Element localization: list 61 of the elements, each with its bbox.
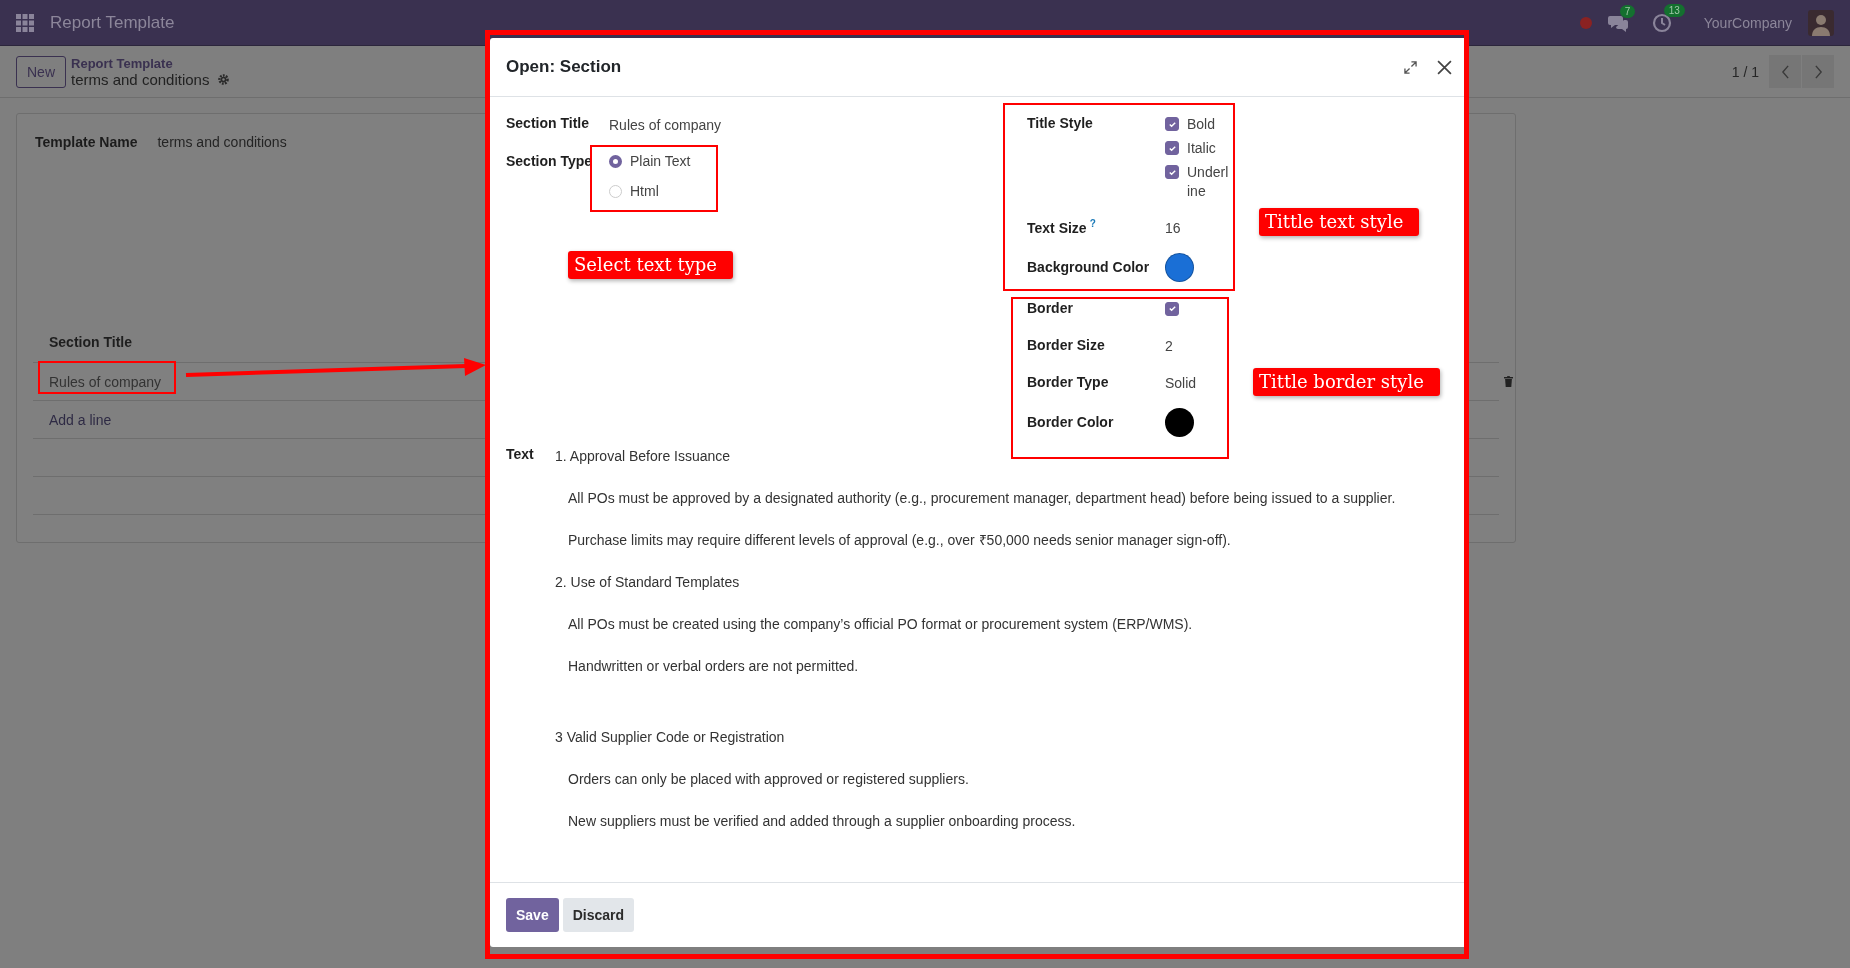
- field-label: Background Color: [1027, 259, 1151, 275]
- radio-option[interactable]: Plain Text: [609, 153, 691, 169]
- checkmark-icon: [1167, 304, 1177, 313]
- pager-counter: 1 / 1: [1731, 63, 1759, 80]
- color-swatch[interactable]: [1165, 252, 1194, 282]
- text-paragraph: New suppliers must be verified and added through a supplier onboarding process.: [568, 813, 1077, 830]
- field-label: Text Size $^{?}$: [1027, 217, 1097, 236]
- field-label: Section Title: [506, 115, 590, 133]
- border-type-field[interactable]: Solid: [1165, 372, 1197, 391]
- checkbox-option[interactable]: Italic: [1165, 139, 1231, 158]
- help-tooltip[interactable]: ?: [1089, 217, 1096, 229]
- field-label: Border Size: [1027, 336, 1106, 353]
- radio-option[interactable]: Html: [609, 183, 691, 199]
- status-dot-icon[interactable]: [1579, 16, 1592, 29]
- callout-label: Select text type: [568, 251, 733, 279]
- border-checkbox[interactable]: [1165, 301, 1179, 316]
- callout-label: Tittle text style: [1259, 208, 1420, 236]
- text-paragraph: Orders can only be placed with approved or registered suppliers.: [568, 771, 970, 788]
- text-heading: 3 Valid Supplier Code or Registration: [555, 729, 786, 746]
- field-label: Border Type: [1027, 373, 1110, 390]
- chevron-right-icon: [1813, 64, 1823, 79]
- section-title-field[interactable]: Rules of company: [609, 115, 722, 133]
- checkmark-icon: [1167, 143, 1177, 153]
- discard-button[interactable]: Discard: [562, 898, 635, 932]
- checkbox-option[interactable]: Underline: [1165, 163, 1231, 201]
- field-label: Border: [1027, 299, 1074, 316]
- field-label: Template Name: [35, 134, 138, 150]
- field-label: Title Style: [1027, 115, 1094, 131]
- checkbox-option[interactable]: Bold: [1165, 115, 1231, 134]
- company-name[interactable]: YourCompany: [1703, 14, 1792, 31]
- close-icon[interactable]: [1437, 59, 1452, 75]
- field-label: Border Color: [1027, 414, 1115, 430]
- avatar[interactable]: [1808, 9, 1834, 36]
- text-size-field[interactable]: 16: [1165, 217, 1181, 236]
- expand-icon[interactable]: [1404, 60, 1417, 74]
- field-label: Text: [506, 446, 535, 464]
- notification-badge: 7: [1619, 4, 1636, 18]
- record-title: terms and conditions: [71, 70, 210, 88]
- text-paragraph: All POs must be approved by a designated authority (e.g., procurement manager, department head) before being issued to a supplier.: [568, 490, 1396, 507]
- text-heading: 2. Use of Standard Templates: [555, 574, 741, 591]
- checkmark-icon: [1167, 167, 1177, 177]
- dialog-title: Open: Section: [506, 57, 622, 77]
- clock-icon[interactable]: [1651, 12, 1672, 33]
- app-grid-icon[interactable]: [16, 13, 34, 32]
- text-paragraph: Handwritten or verbal orders are not permitted.: [568, 658, 860, 675]
- save-button[interactable]: Save: [506, 898, 559, 932]
- add-line-link[interactable]: Add a line: [49, 411, 112, 428]
- notification-badge: 13: [1663, 3, 1685, 17]
- callout-label: Tittle border style: [1253, 368, 1440, 396]
- text-paragraph: All POs must be created using the company’s official PO format or procurement system (ERP/WMS).: [568, 616, 1194, 633]
- checkmark-icon: [1167, 119, 1177, 129]
- field-value[interactable]: terms and conditions: [157, 134, 287, 150]
- text-paragraph: Purchase limits may require different levels of approval (e.g., over ₹50,000 needs senior manager sign-off).: [568, 532, 1232, 549]
- color-swatch[interactable]: [1165, 407, 1194, 437]
- trash-icon[interactable]: [1504, 376, 1513, 387]
- chat-icon[interactable]: [1607, 13, 1628, 32]
- border-size-field[interactable]: 2: [1165, 335, 1173, 354]
- chevron-left-icon: [1780, 64, 1790, 79]
- field-label: Section Type: [506, 153, 594, 171]
- gear-icon[interactable]: [217, 72, 231, 86]
- text-heading: 1. Approval Before Issuance: [555, 448, 732, 465]
